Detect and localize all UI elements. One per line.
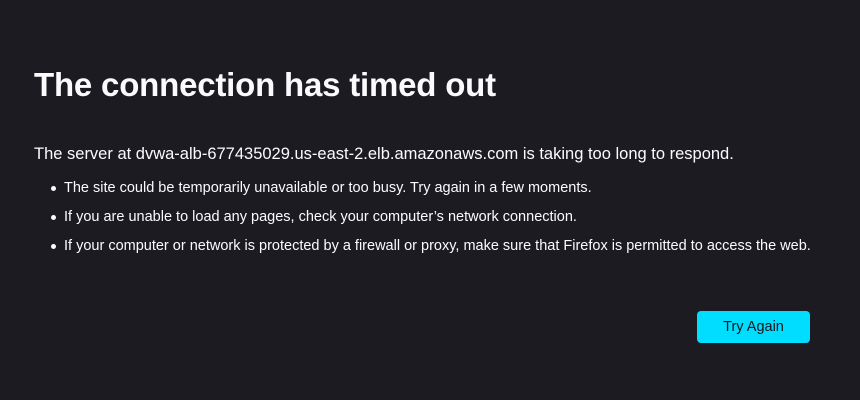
error-tip: The site could be temporarily unavailabl… — [51, 178, 839, 198]
error-tips-list: The site could be temporarily unavailabl… — [34, 178, 839, 265]
error-tip: If you are unable to load any pages, che… — [51, 207, 839, 227]
try-again-button[interactable]: Try Again — [697, 311, 810, 343]
error-tip: If your computer or network is protected… — [51, 236, 839, 256]
error-title: The connection has timed out — [34, 66, 496, 103]
error-short-description: The server at dvwa-alb-677435029.us-east… — [34, 145, 734, 163]
